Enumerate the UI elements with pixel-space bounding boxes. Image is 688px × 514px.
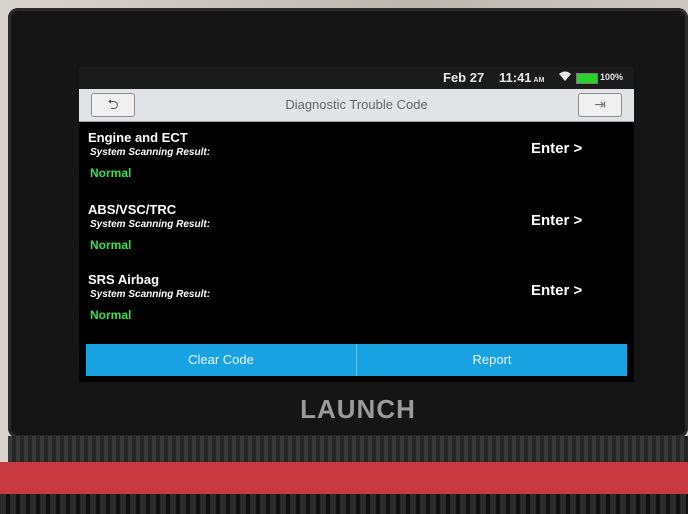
system-status: Normal [90,308,132,322]
wifi-icon [558,71,572,85]
title-bar: ⮌ Diagnostic Trouble Code ⇥ [79,89,634,122]
status-time-value: 11:41 [499,70,532,85]
battery-fill [577,74,597,83]
system-row-srs[interactable]: SRS Airbag System Scanning Result: Norma… [79,265,634,335]
system-row-abs[interactable]: ABS/VSC/TRC System Scanning Result: Norm… [79,195,634,265]
brand-logo: LAUNCH [300,394,416,424]
system-name: SRS Airbag [88,272,160,287]
exit-button[interactable]: ⇥ [578,93,622,117]
status-time: 11:41 AM [499,70,544,85]
enter-button[interactable]: Enter > [531,212,582,229]
clear-code-button[interactable]: Clear Code [86,344,356,376]
footer-bar: Clear Code Report [86,344,627,376]
status-date: Feb 27 [443,70,485,85]
page-title: Diagnostic Trouble Code [285,97,428,112]
enter-button[interactable]: Enter > [531,282,582,299]
system-row-engine[interactable]: Engine and ECT System Scanning Result: N… [79,123,634,193]
screen: Feb 27 11:41 AM 100% ⮌ Diagnostic Trouble… [79,67,634,382]
system-list: Engine and ECT System Scanning Result: N… [79,123,634,343]
system-result-label: System Scanning Result: [90,219,211,230]
system-name: Engine and ECT [88,130,188,145]
system-status: Normal [90,166,132,180]
battery-icon [576,73,598,84]
system-name: ABS/VSC/TRC [88,202,177,217]
enter-button[interactable]: Enter > [531,140,582,157]
system-result-label: System Scanning Result: [90,289,211,300]
device-grille [0,494,688,514]
exit-icon: ⇥ [594,96,606,112]
battery-percent: 100% [600,72,624,82]
device-red-base [0,462,688,494]
system-result-label: System Scanning Result: [90,147,211,158]
system-status: Normal [90,238,132,252]
report-button[interactable]: Report [356,344,627,376]
status-ampm: AM [533,77,545,84]
status-bar: Feb 27 11:41 AM 100% [79,67,634,89]
